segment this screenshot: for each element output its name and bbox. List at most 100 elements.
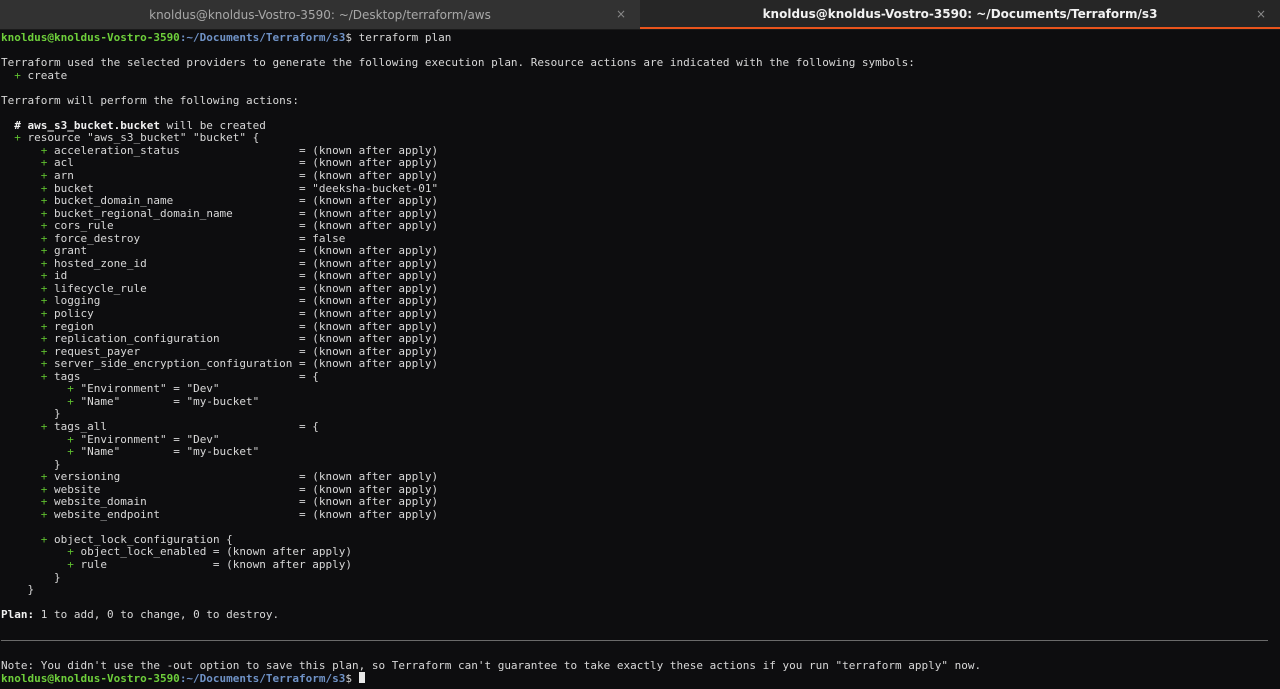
terminal-text: } [1, 458, 61, 471]
attribute: website_domain = (known after apply) [47, 496, 439, 509]
plan-summary: 1 to add, 0 to change, 0 to destroy. [34, 609, 280, 622]
attribute: object_lock_enabled = (known after apply… [73, 546, 353, 559]
attribute-line: + website_endpoint = (known after apply) [1, 509, 1280, 522]
resource-comment-line: # aws_s3_bucket.bucket will be created [1, 120, 1280, 133]
attribute: cors_rule = (known after apply) [47, 220, 439, 233]
attribute: tags = { [47, 370, 319, 383]
plus-symbol: + [14, 69, 21, 82]
attribute-line: + website = (known after apply) [1, 484, 1280, 497]
terminal-line: + object_lock_configuration { [1, 534, 1280, 547]
attribute: lifecycle_rule = (known after apply) [47, 282, 439, 295]
attribute-line: + server_side_encryption_configuration =… [1, 358, 1280, 371]
attribute-line: + bucket_domain_name = (known after appl… [1, 195, 1280, 208]
legend-action: create [20, 69, 68, 82]
terminal-text: } [1, 408, 61, 421]
attribute-line: + object_lock_enabled = (known after app… [1, 546, 1280, 559]
tab-title: knoldus@knoldus-Vostro-3590: ~/Documents… [762, 6, 1158, 21]
cursor[interactable] [358, 672, 365, 684]
attribute: "Name" = "my-bucket" [73, 395, 260, 408]
plus-symbol: + [67, 446, 74, 459]
attribute-line: + arn = (known after apply) [1, 170, 1280, 183]
attribute: website_endpoint = (known after apply) [47, 508, 439, 521]
attribute-line: + lifecycle_rule = (known after apply) [1, 283, 1280, 296]
attribute-line: + cors_rule = (known after apply) [1, 220, 1280, 233]
attribute-line: + region = (known after apply) [1, 321, 1280, 334]
attribute-line: + tags_all = { [1, 421, 1280, 434]
attribute-line: + grant = (known after apply) [1, 245, 1280, 258]
attribute: acceleration_status = (known after apply… [47, 144, 439, 157]
intro-text: Terraform used the selected providers to… [1, 57, 915, 70]
prompt-symbol: $ [345, 672, 359, 685]
attribute-line: + hosted_zone_id = (known after apply) [1, 258, 1280, 271]
attribute-line: + force_destroy = false [1, 233, 1280, 246]
attribute-line: + rule = (known after apply) [1, 559, 1280, 572]
attribute: id = (known after apply) [47, 270, 439, 283]
command-line: knoldus@knoldus-Vostro-3590:~/Documents/… [1, 32, 1280, 45]
attribute-line: + "Environment" = "Dev" [1, 434, 1280, 447]
tab-aws[interactable]: knoldus@knoldus-Vostro-3590: ~/Desktop/t… [0, 0, 640, 29]
object-lock-header: object_lock_configuration { [47, 533, 233, 546]
prompt-user: knoldus@knoldus-Vostro-3590 [1, 32, 180, 44]
attribute-line: + id = (known after apply) [1, 270, 1280, 283]
attribute: bucket_regional_domain_name = (known aft… [47, 207, 439, 220]
attribute-line: + bucket = "deeksha-bucket-01" [1, 183, 1280, 196]
terminal-output[interactable]: knoldus@knoldus-Vostro-3590:~/Documents/… [0, 30, 1280, 689]
attribute: rule = (known after apply) [73, 558, 353, 571]
attribute: policy = (known after apply) [47, 308, 439, 321]
tab-s3[interactable]: knoldus@knoldus-Vostro-3590: ~/Documents… [640, 0, 1280, 29]
resource-decl: resource "aws_s3_bucket" "bucket" { [20, 132, 260, 145]
attribute: replication_configuration = (known after… [47, 333, 439, 346]
attribute: force_destroy = false [47, 232, 346, 245]
prompt-user: knoldus@knoldus-Vostro-3590 [1, 672, 180, 685]
close-tab-icon[interactable]: × [616, 7, 626, 21]
attribute: server_side_encryption_configuration = (… [47, 358, 439, 371]
attribute: "Environment" = "Dev" [73, 383, 220, 396]
close-tab-icon[interactable]: × [1256, 7, 1266, 21]
attribute: region = (known after apply) [47, 320, 439, 333]
note-text: Note: You didn't use the -out option to … [1, 659, 982, 672]
attribute-line: + "Name" = "my-bucket" [1, 396, 1280, 409]
tab-title: knoldus@knoldus-Vostro-3590: ~/Desktop/t… [149, 7, 491, 22]
terminal-line: } [1, 572, 1280, 585]
plus-symbol: + [67, 433, 74, 446]
attribute-line: + "Environment" = "Dev" [1, 383, 1280, 396]
attribute: grant = (known after apply) [47, 245, 439, 258]
attribute: bucket_domain_name = (known after apply) [47, 195, 439, 208]
attribute: bucket = "deeksha-bucket-01" [47, 182, 439, 195]
resource-name: # aws_s3_bucket.bucket [14, 119, 160, 132]
plus-symbol: + [67, 546, 74, 559]
prompt-symbol: $ [345, 32, 359, 44]
actions-header: Terraform will perform the following act… [1, 94, 300, 107]
attribute-line: + versioning = (known after apply) [1, 471, 1280, 484]
plus-symbol: + [67, 558, 74, 571]
terminal-line: } [1, 459, 1280, 472]
terminal-line: } [1, 408, 1280, 421]
prompt-path: :~/Documents/Terraform/s3 [179, 32, 346, 44]
terminal-line: } [1, 584, 1280, 597]
plus-symbol: + [67, 383, 74, 396]
attribute-line: + acl = (known after apply) [1, 157, 1280, 170]
